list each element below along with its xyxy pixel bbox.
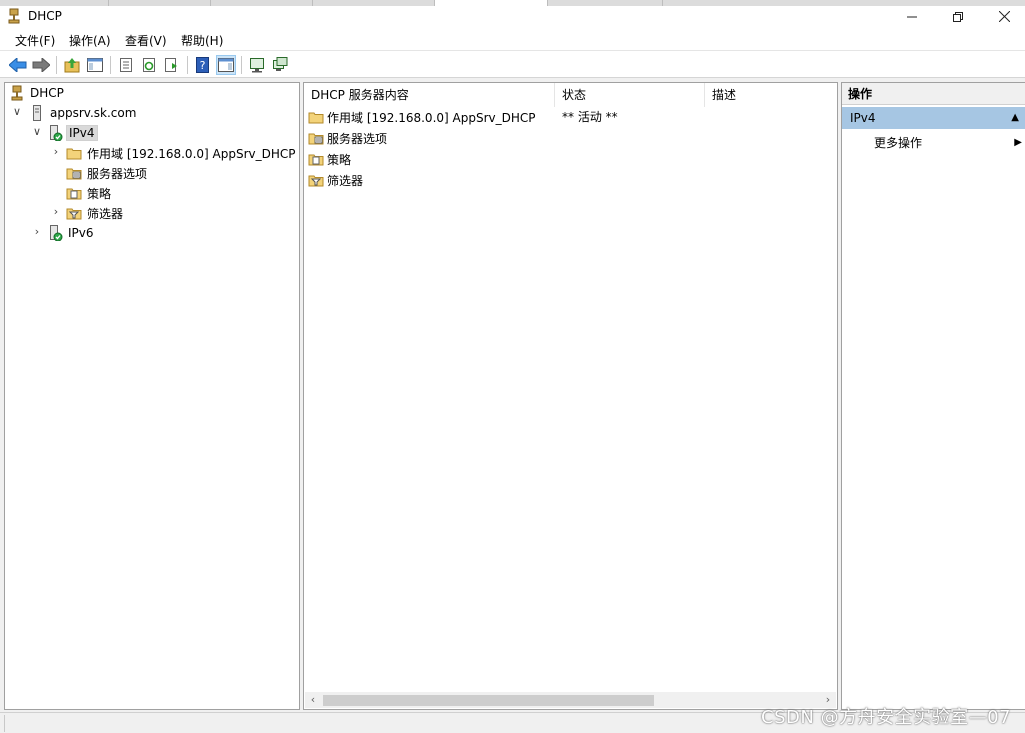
more-actions-label: 更多操作 — [874, 136, 923, 150]
submenu-arrow-icon: ▶ — [1014, 137, 1022, 148]
list-item-name: 作用域 [192.168.0.0] AppSrv_DHCP — [327, 110, 536, 125]
menu-file[interactable]: 文件(F) — [15, 32, 55, 49]
minimize-icon — [907, 16, 917, 18]
server-icon — [33, 105, 41, 121]
back-button[interactable] — [8, 55, 28, 75]
restore-button[interactable] — [935, 6, 981, 28]
tree-item-policies[interactable]: 策略 — [66, 184, 113, 202]
collapse-server-icon[interactable]: ∨ — [11, 105, 23, 118]
list-item-name: 筛选器 — [327, 173, 364, 188]
tree-label-scope: 作用域 [192.168.0.0] AppSrv_DHCP — [87, 146, 296, 161]
console-tree-pane: DHCP ∨ appsrv.sk.com ∨ IPv4 › 作用域 [192.1… — [4, 82, 300, 710]
list-item-name: 策略 — [327, 152, 352, 167]
list-item-filters[interactable]: 筛选器 — [308, 170, 363, 190]
watermark-text: CSDN @方舟安全实验室—07 — [761, 707, 1011, 728]
export-icon — [165, 58, 177, 72]
export-list-button[interactable] — [162, 55, 182, 75]
tree-item-server-options[interactable]: 服务器选项 — [66, 164, 149, 182]
scroll-left-icon[interactable]: ‹ — [305, 692, 321, 708]
more-actions-item[interactable]: 更多操作 ▶ — [874, 133, 1024, 153]
actions-header: 操作 — [842, 83, 1025, 105]
action-pane-toggle-button[interactable] — [216, 55, 236, 75]
folder-icon — [308, 112, 324, 124]
add-server-button[interactable] — [270, 55, 290, 75]
action-pane-icon — [218, 58, 234, 72]
network-monitor-icon — [273, 57, 288, 71]
forward-arrow-icon — [32, 58, 50, 72]
monitor-icon — [250, 58, 264, 73]
folder-up-icon — [64, 58, 80, 73]
server-stats-button[interactable] — [247, 55, 267, 75]
list-item-scope[interactable]: 作用域 [192.168.0.0] AppSrv_DHCP — [308, 107, 536, 127]
server-options-icon — [308, 133, 324, 145]
server-options-icon — [66, 168, 82, 180]
horizontal-scrollbar[interactable]: ‹ › — [305, 692, 836, 708]
refresh-button[interactable] — [139, 55, 159, 75]
help-button[interactable]: ? — [193, 55, 213, 75]
column-header-description[interactable]: 描述 — [705, 83, 837, 107]
show-hide-tree-button[interactable] — [85, 55, 105, 75]
tree-label-ipv6: IPv6 — [68, 226, 94, 240]
expand-ipv6-icon[interactable]: › — [31, 225, 43, 238]
tree-item-filters[interactable]: 筛选器 — [66, 204, 125, 222]
close-icon — [998, 10, 1010, 23]
expand-filters-icon[interactable]: › — [50, 205, 62, 218]
tree-item-scope[interactable]: 作用域 [192.168.0.0] AppSrv_DHCP — [66, 144, 298, 162]
collapse-up-icon[interactable]: ▲ — [1011, 107, 1019, 129]
window-title: DHCP — [28, 9, 62, 23]
menu-view[interactable]: 查看(V) — [125, 32, 167, 49]
help-icon: ? — [196, 57, 209, 73]
list-item-server-options[interactable]: 服务器选项 — [308, 128, 387, 148]
properties-icon — [120, 58, 132, 72]
details-pane: DHCP 服务器内容 状态 描述 作用域 [192.168.0.0] AppSr… — [303, 82, 838, 710]
filter-icon — [66, 208, 82, 220]
expand-scope-icon[interactable]: › — [50, 145, 62, 158]
collapse-ipv4-icon[interactable]: ∨ — [31, 125, 43, 138]
console-tree-icon — [87, 58, 103, 72]
policy-icon — [66, 188, 82, 200]
title-bar: DHCP — [0, 6, 1025, 28]
list-item-name: 服务器选项 — [327, 131, 388, 146]
tree-label-server: appsrv.sk.com — [50, 106, 137, 120]
ipv4-server-icon — [50, 125, 63, 141]
refresh-icon — [143, 58, 155, 72]
list-item-status: ** 活动 ** — [562, 110, 618, 124]
properties-button[interactable] — [116, 55, 136, 75]
ipv6-server-icon — [50, 225, 63, 241]
column-header-status[interactable]: 状态 — [555, 83, 705, 107]
tree-label-server-options: 服务器选项 — [87, 166, 148, 181]
folder-icon — [66, 148, 82, 160]
filter-icon — [308, 175, 324, 187]
tree-item-server[interactable]: appsrv.sk.com — [29, 104, 138, 122]
tree-label-filters: 筛选器 — [87, 206, 124, 221]
close-button[interactable] — [981, 6, 1025, 28]
forward-button[interactable] — [31, 55, 51, 75]
actions-section-ipv4[interactable]: IPv4 ▲ — [842, 107, 1025, 129]
policy-icon — [308, 154, 324, 166]
actions-pane: 操作 IPv4 ▲ 更多操作 ▶ — [841, 82, 1025, 710]
toolbar: ? — [0, 50, 1025, 78]
tree-item-dhcp[interactable]: DHCP — [9, 84, 66, 102]
tree-label-policies: 策略 — [87, 186, 112, 201]
tree-item-ipv6[interactable]: IPv6 — [47, 224, 96, 242]
tree-label-ipv4: IPv4 — [66, 125, 98, 141]
svg-text:?: ? — [200, 59, 206, 72]
tree-item-ipv4[interactable]: IPv4 — [47, 124, 98, 142]
menu-bar: 文件(F) 操作(A) 查看(V) 帮助(H) — [0, 28, 1025, 50]
menu-action[interactable]: 操作(A) — [69, 32, 111, 49]
dhcp-app-icon — [8, 8, 20, 24]
restore-icon — [953, 12, 963, 22]
menu-help[interactable]: 帮助(H) — [181, 32, 223, 49]
column-header-content[interactable]: DHCP 服务器内容 — [304, 83, 555, 107]
dhcp-icon — [11, 85, 23, 101]
list-item-policies[interactable]: 策略 — [308, 149, 351, 169]
minimize-button[interactable] — [889, 6, 935, 28]
up-level-button[interactable] — [62, 55, 82, 75]
back-arrow-icon — [9, 58, 27, 72]
scrollbar-thumb[interactable] — [323, 695, 654, 706]
actions-section-label: IPv4 — [850, 111, 876, 125]
tree-label-dhcp: DHCP — [30, 86, 64, 100]
